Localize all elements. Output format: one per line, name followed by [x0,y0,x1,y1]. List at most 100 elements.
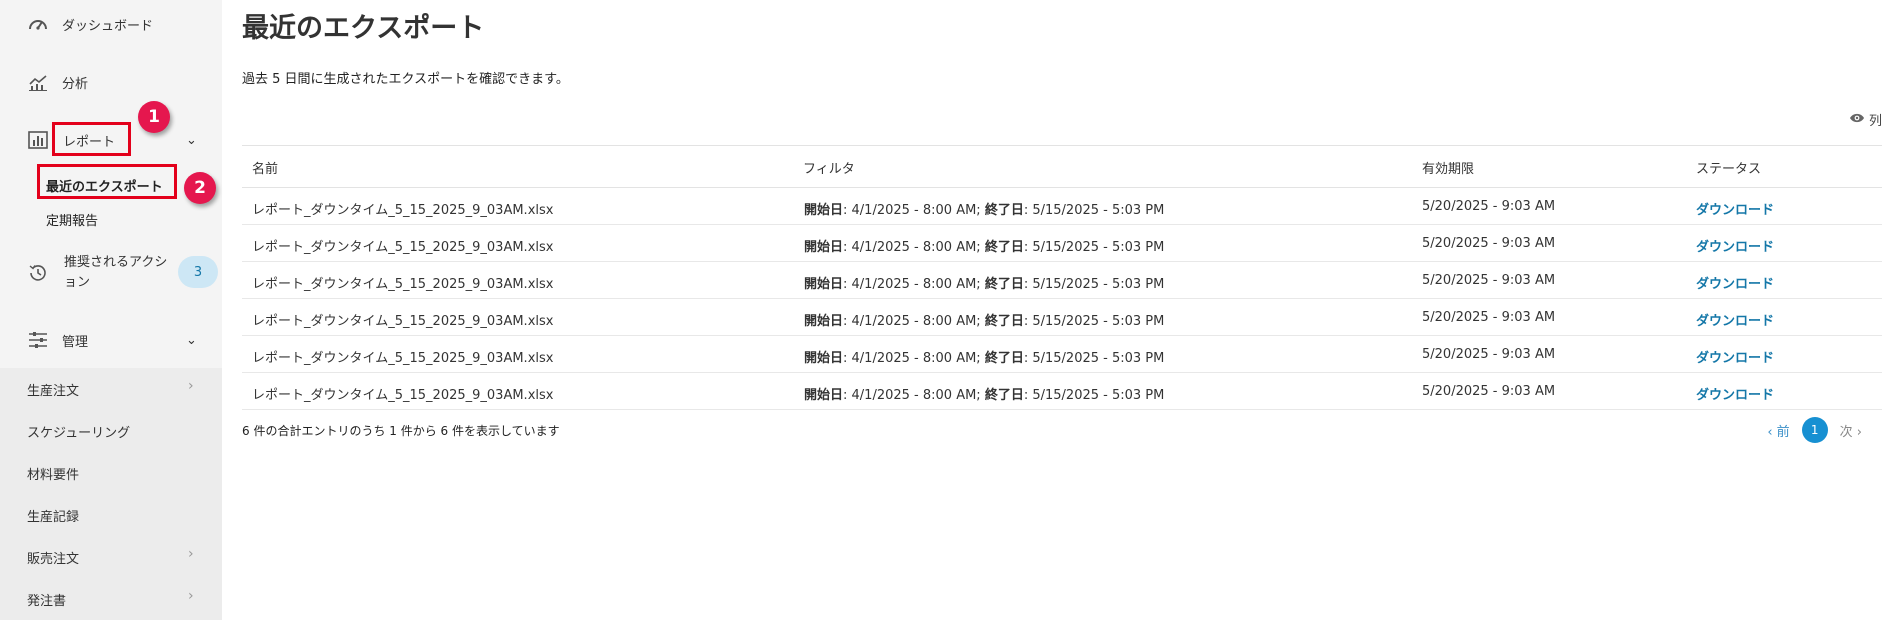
filter-range: 開始日: 4/1/2025 - 8:00 AM; 終了日: 5/15/2025 … [804,273,1164,292]
table-row: レポート_ダウンタイム_5_15_2025_9_03AM.xlsx 開始日: 4/… [242,262,1882,299]
nav-item-analytics[interactable]: 分析 [0,70,222,94]
start-date-label: 開始日 [804,203,844,218]
file-name: レポート_ダウンタイム_5_15_2025_9_03AM.xlsx [252,277,554,292]
table-row: レポート_ダウンタイム_5_15_2025_9_03AM.xlsx 開始日: 4/… [242,336,1882,373]
nav-item-admin[interactable]: 管理 ⌄ [0,328,222,352]
speedometer-icon [26,12,50,36]
sliders-icon [26,328,50,352]
admin-item-label: 販売注文 [27,552,80,567]
history-clock-icon [26,261,50,285]
analytics-chart-icon [26,70,50,94]
start-date-value: : 4/1/2025 - 8:00 AM; [843,203,985,218]
admin-item-label: 生産記録 [27,510,80,525]
chevron-right-icon: › [188,546,194,562]
expiry-date: 5/20/2025 - 9:03 AM [1422,236,1556,251]
column-header-expiry[interactable]: 有効期限 [1422,158,1474,177]
admin-item-label: 材料要件 [27,468,80,483]
filter-range: 開始日: 4/1/2025 - 8:00 AM; 終了日: 5/15/2025 … [804,310,1164,329]
start-date-value: : 4/1/2025 - 8:00 AM; [843,351,985,366]
subnav-item-scheduled-reports[interactable]: 定期報告 [46,210,98,229]
start-date-label: 開始日 [804,240,844,255]
chevron-down-icon[interactable]: ⌄ [186,133,197,148]
end-date-label: 終了日 [984,351,1024,366]
download-link[interactable]: ダウンロード [1696,199,1774,218]
count-badge: 3 [178,256,218,288]
file-name: レポート_ダウンタイム_5_15_2025_9_03AM.xlsx [252,314,554,329]
download-link[interactable]: ダウンロード [1696,347,1774,366]
end-date-value: : 5/15/2025 - 5:03 PM [1023,203,1165,218]
download-link[interactable]: ダウンロード [1696,310,1774,329]
end-date-value: : 5/15/2025 - 5:03 PM [1023,351,1165,366]
end-date-label: 終了日 [984,203,1024,218]
next-page-button[interactable]: 次 › [1840,421,1862,440]
expiry-date: 5/20/2025 - 9:03 AM [1422,384,1556,399]
columns-toggle[interactable]: 列 [1849,110,1882,129]
file-name: レポート_ダウンタイム_5_15_2025_9_03AM.xlsx [252,203,554,218]
entries-summary: 6 件の合計エントリのうち 1 件から 6 件を表示しています [242,424,560,438]
column-header-name[interactable]: 名前 [252,158,278,177]
chevron-down-icon[interactable]: ⌄ [186,333,197,348]
start-date-label: 開始日 [804,388,844,403]
end-date-value: : 5/15/2025 - 5:03 PM [1023,314,1165,329]
admin-item-production-orders[interactable]: 生産注文 › [0,368,222,410]
nav-label: 推奨されるアクション [64,255,168,290]
table-row: レポート_ダウンタイム_5_15_2025_9_03AM.xlsx 開始日: 4/… [242,299,1882,336]
eye-icon [1849,112,1865,128]
column-header-status[interactable]: ステータス [1696,158,1761,177]
nav-item-dashboard[interactable]: ダッシュボード [0,12,222,36]
end-date-label: 終了日 [984,277,1024,292]
expiry-date: 5/20/2025 - 9:03 AM [1422,310,1556,325]
filter-range: 開始日: 4/1/2025 - 8:00 AM; 終了日: 5/15/2025 … [804,384,1164,403]
file-name: レポート_ダウンタイム_5_15_2025_9_03AM.xlsx [252,351,554,366]
sidebar: ダッシュボード 分析 レポート ⌄ 1 最近のエクスポート 2 定期報告 推奨さ… [0,0,222,620]
end-date-value: : 5/15/2025 - 5:03 PM [1023,388,1165,403]
filter-range: 開始日: 4/1/2025 - 8:00 AM; 終了日: 5/15/2025 … [804,199,1164,218]
expiry-date: 5/20/2025 - 9:03 AM [1422,273,1556,288]
table-row: レポート_ダウンタイム_5_15_2025_9_03AM.xlsx 開始日: 4/… [242,373,1882,410]
admin-item-purchase-orders[interactable]: 発注書 › [0,578,222,620]
start-date-value: : 4/1/2025 - 8:00 AM; [843,388,985,403]
admin-item-label: 生産注文 [27,384,80,399]
admin-item-production-records[interactable]: 生産記録 [0,494,222,536]
end-date-label: 終了日 [984,388,1024,403]
start-date-label: 開始日 [804,314,844,329]
file-name: レポート_ダウンタイム_5_15_2025_9_03AM.xlsx [252,388,554,403]
page-description: 過去 5 日間に生成されたエクスポートを確認できます。 [242,72,569,87]
admin-item-material-requirements[interactable]: 材料要件 [0,452,222,494]
exports-table: 名前 フィルタ 有効期限 ステータス レポート_ダウンタイム_5_15_2025… [242,145,1882,410]
page-button-current[interactable]: 1 [1801,417,1828,443]
start-date-label: 開始日 [804,277,844,292]
column-header-filter[interactable]: フィルタ [803,158,855,177]
table-row: レポート_ダウンタイム_5_15_2025_9_03AM.xlsx 開始日: 4/… [242,188,1882,225]
file-name: レポート_ダウンタイム_5_15_2025_9_03AM.xlsx [252,240,554,255]
highlight-box-recent-exports [37,164,177,199]
start-date-value: : 4/1/2025 - 8:00 AM; [843,240,985,255]
download-link[interactable]: ダウンロード [1696,273,1774,292]
admin-item-label: 発注書 [27,594,67,609]
nav-label: ダッシュボード [62,18,154,34]
step-badge-2: 2 [184,172,216,204]
table-header: 名前 フィルタ 有効期限 ステータス [242,145,1882,188]
main-content: 最近のエクスポート 過去 5 日間に生成されたエクスポートを確認できます。 列 … [242,0,1882,601]
bar-chart-icon [26,128,50,152]
end-date-label: 終了日 [984,240,1024,255]
nav-label: 分析 [62,76,89,92]
start-date-value: : 4/1/2025 - 8:00 AM; [843,277,985,292]
highlight-box-reports [52,122,131,156]
start-date-value: : 4/1/2025 - 8:00 AM; [843,314,985,329]
page-title: 最近のエクスポート [242,13,485,44]
pagination: ‹ 前 1 次 › [1767,417,1862,443]
end-date-label: 終了日 [984,314,1024,329]
admin-item-scheduling[interactable]: スケジューリング [0,410,222,452]
admin-item-sales-orders[interactable]: 販売注文 › [0,536,222,578]
start-date-label: 開始日 [804,351,844,366]
expiry-date: 5/20/2025 - 9:03 AM [1422,199,1556,214]
table-row: レポート_ダウンタイム_5_15_2025_9_03AM.xlsx 開始日: 4/… [242,225,1882,262]
nav-label: 管理 [62,334,89,350]
download-link[interactable]: ダウンロード [1696,236,1774,255]
admin-item-label: スケジューリング [27,426,131,441]
filter-range: 開始日: 4/1/2025 - 8:00 AM; 終了日: 5/15/2025 … [804,236,1164,255]
prev-page-button[interactable]: ‹ 前 [1767,421,1789,440]
download-link[interactable]: ダウンロード [1696,384,1774,403]
end-date-value: : 5/15/2025 - 5:03 PM [1023,240,1165,255]
